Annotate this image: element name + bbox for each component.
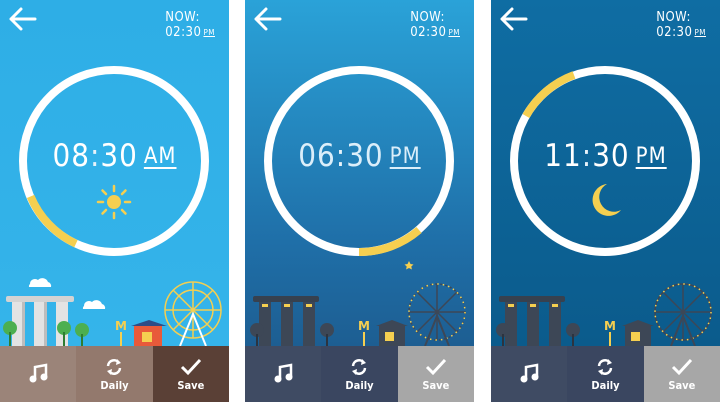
sun-icon (96, 184, 132, 220)
alarm-ampm-toggle[interactable]: PM (390, 144, 421, 169)
star-icon (404, 261, 414, 270)
svg-text:M: M (604, 319, 616, 333)
city-skyline: M (496, 283, 712, 347)
music-button[interactable] (0, 346, 77, 402)
music-note-icon (274, 363, 293, 383)
checkmark-icon (671, 358, 692, 375)
daily-button[interactable]: Daily (567, 346, 644, 402)
dial-time-highlight (26, 194, 78, 248)
alarm-hour: 06 (298, 138, 336, 174)
alarm-colon: : (335, 138, 347, 174)
alarm-colon: : (89, 138, 101, 174)
checkmark-icon (180, 358, 201, 375)
music-button[interactable] (491, 346, 568, 402)
alarm-time: 08:30 AM (0, 138, 229, 174)
now-time: 02:30 (410, 25, 447, 40)
daily-label: Daily (345, 378, 374, 392)
save-button[interactable]: Save (643, 346, 720, 402)
repeat-icon (352, 358, 367, 375)
alarm-time: 06:30 PM (245, 138, 474, 174)
repeat-icon (107, 358, 122, 375)
daily-button[interactable]: Daily (76, 346, 153, 402)
alarm-minute: 30 (346, 138, 384, 174)
save-label: Save (668, 378, 696, 392)
now-label: NOW: (165, 10, 200, 25)
current-time: NOW: 02:30 PM (165, 10, 215, 40)
alarm-minute: 30 (100, 138, 138, 174)
save-label: Save (422, 378, 450, 392)
alarm-screen-night: NOW: 02:30 PM 11:30 PM M Daily Save (491, 0, 720, 402)
now-label: NOW: (410, 10, 445, 25)
back-arrow-icon[interactable] (8, 6, 38, 32)
city-skyline: M (3, 278, 222, 347)
now-label: NOW: (656, 10, 691, 25)
moon-icon (592, 184, 621, 216)
daily-label: Daily (591, 378, 620, 392)
svg-text:M: M (358, 319, 370, 333)
alarm-ampm-toggle[interactable]: AM (144, 144, 177, 169)
back-arrow-icon[interactable] (499, 6, 529, 32)
repeat-icon (598, 358, 613, 375)
alarm-ampm-toggle[interactable]: PM (636, 144, 667, 169)
music-note-icon (520, 363, 539, 383)
music-note-icon (29, 363, 48, 383)
now-time: 02:30 (165, 25, 202, 40)
dial-time-highlight (522, 71, 576, 119)
bottom-toolbar: Daily Save (0, 346, 229, 402)
alarm-minute: 30 (592, 138, 630, 174)
alarm-hour: 11 (544, 138, 582, 174)
current-time: NOW: 02:30 PM (656, 10, 706, 40)
save-button[interactable]: Save (152, 346, 229, 402)
now-ampm: PM (203, 28, 215, 37)
save-label: Save (177, 378, 205, 392)
alarm-colon: : (581, 138, 593, 174)
alarm-time: 11:30 PM (491, 138, 720, 174)
now-ampm: PM (448, 28, 460, 37)
bottom-toolbar: Daily Save (491, 346, 720, 402)
alarm-hour: 08 (52, 138, 90, 174)
daily-label: Daily (100, 378, 129, 392)
music-button[interactable] (245, 346, 322, 402)
back-arrow-icon[interactable] (253, 6, 283, 32)
current-time: NOW: 02:30 PM (410, 10, 460, 40)
daily-button[interactable]: Daily (321, 346, 398, 402)
bottom-toolbar: Daily Save (245, 346, 474, 402)
save-button[interactable]: Save (397, 346, 474, 402)
city-skyline: M (250, 261, 466, 347)
dial-time-highlight (358, 226, 422, 257)
svg-text:M: M (115, 319, 127, 333)
alarm-screen-morning: NOW: 02:30 PM 08:30 AM M Daily Save (0, 0, 229, 402)
alarm-screen-evening: NOW: 02:30 PM 06:30 PM M Daily Save (245, 0, 474, 402)
now-ampm: PM (694, 28, 706, 37)
checkmark-icon (425, 358, 446, 375)
now-time: 02:30 (656, 25, 693, 40)
